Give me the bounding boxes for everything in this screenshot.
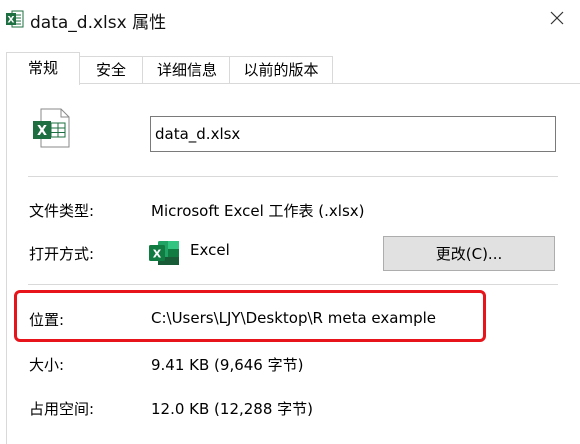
filename-input[interactable] <box>150 116 556 152</box>
size-value: 9.41 KB (9,646 字节) <box>151 356 304 374</box>
disk-size-value: 12.0 KB (12,288 字节) <box>151 400 314 418</box>
size-label: 大小: <box>29 356 65 374</box>
disk-size-label: 占用空间: <box>29 400 95 418</box>
title-bar: X data_d.xlsx 属性 <box>0 0 580 40</box>
window-title: data_d.xlsx 属性 <box>30 13 167 33</box>
excel-app-icon: X <box>148 240 180 270</box>
close-button[interactable] <box>534 0 580 38</box>
tab-security[interactable]: 安全 <box>77 56 145 83</box>
opens-with-app: Excel <box>190 241 230 259</box>
file-type-value: Microsoft Excel 工作表 (.xlsx) <box>151 202 365 220</box>
svg-text:X: X <box>153 248 162 261</box>
tab-strip: 常规 安全 详细信息 以前的版本 <box>0 52 580 85</box>
separator <box>28 284 558 285</box>
excel-file-large-icon: X <box>31 107 73 153</box>
separator <box>28 176 558 177</box>
change-button[interactable]: 更改(C)... <box>383 236 555 271</box>
tab-details[interactable]: 详细信息 <box>142 56 232 83</box>
change-button-label: 更改(C)... <box>435 245 503 263</box>
svg-text:X: X <box>8 16 15 26</box>
file-type-label: 文件类型: <box>29 202 95 220</box>
svg-text:X: X <box>37 124 47 139</box>
tab-general[interactable]: 常规 <box>6 52 80 85</box>
location-highlight-box <box>14 290 486 342</box>
opens-with-label: 打开方式: <box>29 245 95 263</box>
close-icon <box>550 10 564 29</box>
tab-previous-versions[interactable]: 以前的版本 <box>229 56 333 83</box>
excel-file-icon: X <box>6 9 24 33</box>
